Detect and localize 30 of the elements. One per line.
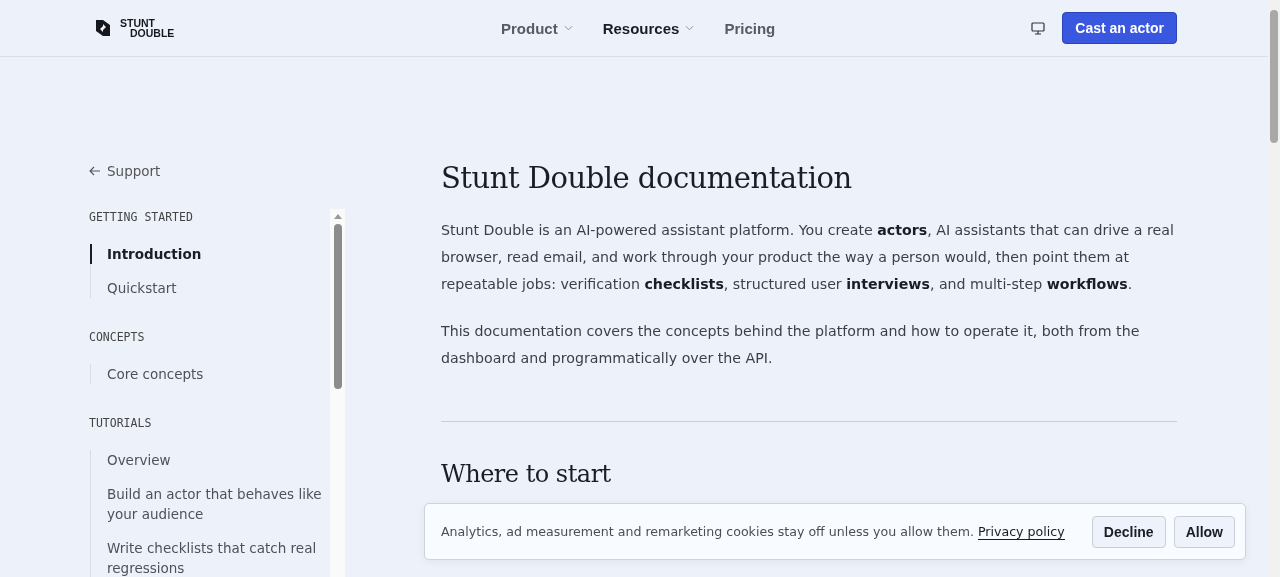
sidebar-item[interactable]: Quickstart (91, 278, 330, 298)
cast-actor-button[interactable]: Cast an actor (1062, 12, 1177, 44)
back-link[interactable]: Support (89, 161, 345, 181)
chevron-down-icon (563, 25, 573, 31)
paragraph: Stunt Double is an AI-powered assistant platform. You create actors, AI assistants that can drive a real browser, read email, and work through your product the way a person would, then point them at repeatable jobs: verification checklists, structured user interviews, and multi-step workflows. (441, 221, 1175, 294)
section-heading: GETTING STARTED (89, 210, 194, 224)
logo-text: STUNT (120, 18, 156, 28)
logo-icon (93, 18, 113, 38)
nav-link[interactable]: Pricing (724, 19, 776, 37)
cookie-text: Analytics, ad measurement and remarketing cookies stay off unless you allow them. (441, 524, 974, 539)
nav-link[interactable]: Product (501, 19, 573, 37)
sidebar-item[interactable]: Overview (91, 450, 330, 470)
privacy-policy-link[interactable]: Privacy policy (977, 524, 1065, 540)
nav-link[interactable]: Resources (602, 19, 695, 37)
logo-text: DOUBLE (129, 28, 175, 38)
section-heading: TUTORIALS (89, 416, 153, 430)
paragraph: This documentation covers the concepts behind the platform and how to operate it, both from the dashboard and programmatically over the API. (441, 322, 1141, 368)
sidebar-item[interactable]: Build an actor that behaves like your audience (91, 484, 330, 524)
page-title: Stunt Double documentation (441, 161, 853, 195)
scrollbar[interactable] (1268, 0, 1280, 577)
arrow-left-icon (89, 166, 101, 176)
chevron-down-icon (685, 25, 695, 31)
monitor-icon[interactable] (1031, 21, 1046, 35)
cookie-button[interactable]: Allow (1173, 515, 1235, 548)
cookie-button[interactable]: Decline (1091, 515, 1166, 548)
sidebar-item[interactable]: Core concepts (91, 364, 330, 384)
sidebar-item[interactable]: Write checklists that catch real regressions (91, 538, 330, 577)
section-heading: CONCEPTS (89, 330, 146, 344)
section-heading: Where to start (441, 460, 612, 488)
scrollbar[interactable] (330, 209, 345, 577)
